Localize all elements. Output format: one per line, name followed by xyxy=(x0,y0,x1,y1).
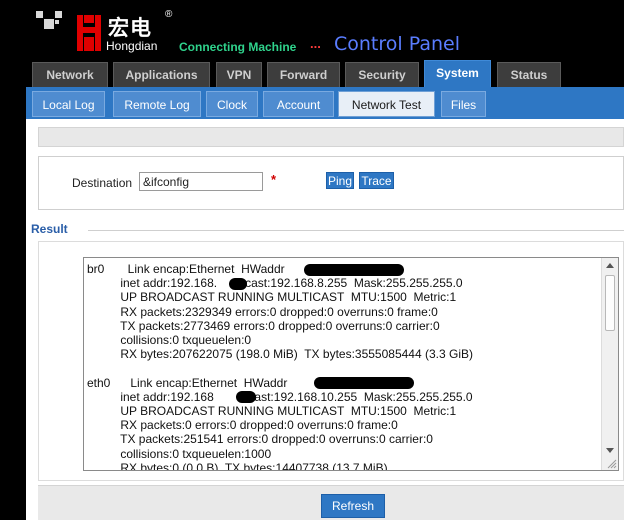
tab-network[interactable]: Network xyxy=(32,62,108,87)
redaction-mark xyxy=(229,278,247,290)
ping-button[interactable]: Ping xyxy=(326,172,354,189)
result-output[interactable]: br0 Link encap:Ethernet HWaddr inet addr… xyxy=(83,257,619,471)
refresh-button[interactable]: Refresh xyxy=(321,494,385,518)
tab-vpn[interactable]: VPN xyxy=(216,62,262,87)
redaction-mark xyxy=(314,377,414,389)
subtab-clock[interactable]: Clock xyxy=(206,91,258,117)
result-output-text: br0 Link encap:Ethernet HWaddr inet addr… xyxy=(87,262,473,471)
tab-system[interactable]: System xyxy=(424,60,491,87)
main-nav: Network Applications VPN Forward Securit… xyxy=(0,60,624,87)
destination-label: Destination xyxy=(72,176,133,190)
subtab-local-log[interactable]: Local Log xyxy=(32,91,105,117)
subtab-remote-log[interactable]: Remote Log xyxy=(113,91,201,117)
action-bar: Refresh xyxy=(38,485,624,520)
tab-applications[interactable]: Applications xyxy=(113,62,210,87)
subtab-network-test[interactable]: Network Test xyxy=(338,91,435,117)
trace-button[interactable]: Trace xyxy=(359,172,394,189)
subtab-account[interactable]: Account xyxy=(263,91,334,117)
sub-nav: Local Log Remote Log Clock Account Netwo… xyxy=(26,87,624,119)
tab-forward[interactable]: Forward xyxy=(267,62,340,87)
scroll-thumb[interactable] xyxy=(605,275,615,331)
scroll-up-icon[interactable] xyxy=(606,263,614,268)
divider xyxy=(88,230,624,231)
tagline-dots: ... xyxy=(310,36,321,51)
brand-name-cn: 宏电 xyxy=(108,16,152,40)
brand-name-en: Hongdian xyxy=(106,39,158,53)
required-mark: * xyxy=(271,172,277,187)
section-header-strip xyxy=(38,127,624,147)
tab-status[interactable]: Status xyxy=(497,62,561,87)
scroll-down-icon[interactable] xyxy=(606,448,614,453)
result-label: Result xyxy=(31,222,68,236)
page-title: Control Panel xyxy=(334,33,460,55)
resize-grip-icon[interactable] xyxy=(605,459,617,469)
tagline: Connecting Machine xyxy=(179,40,297,54)
redaction-mark xyxy=(304,264,404,276)
registered-mark: ® xyxy=(165,9,173,20)
destination-input[interactable] xyxy=(139,172,263,191)
output-scrollbar[interactable] xyxy=(601,258,618,470)
hongdian-logo-icon xyxy=(77,15,101,51)
subtab-files[interactable]: Files xyxy=(441,91,486,117)
redaction-mark xyxy=(236,391,256,403)
header: 宏电 ® Hongdian Connecting Machine ... Con… xyxy=(0,0,624,62)
content-panel: Destination * Ping Trace Result br0 Link… xyxy=(26,119,624,520)
destination-form: Destination * Ping Trace xyxy=(38,156,624,210)
tab-security[interactable]: Security xyxy=(345,62,419,87)
